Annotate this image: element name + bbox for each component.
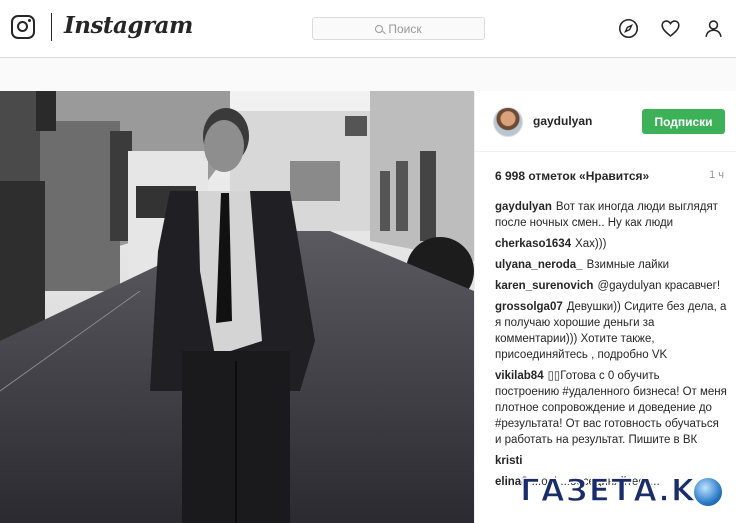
following-button[interactable]: Подписки (642, 109, 725, 134)
comment-text: Взимные лайки (586, 259, 670, 271)
post-photo[interactable] (0, 91, 474, 523)
author-username[interactable]: gaydulyan (533, 114, 592, 128)
instagram-wordmark[interactable]: Instagram (64, 12, 193, 39)
list-item: gaydulyan Вот так иногда люди выглядят по… (495, 199, 727, 231)
post-header: gaydulyan Подписки (475, 91, 736, 152)
top-navigation-bar: Instagram Поиск (0, 0, 736, 58)
post-time[interactable]: 1 ч (709, 169, 724, 181)
comment-username[interactable]: vikilab84 (495, 370, 544, 382)
instagram-logo-icon[interactable] (11, 15, 35, 39)
search-input[interactable]: Поиск (312, 17, 485, 40)
comment-username[interactable]: karen_surenovich (495, 280, 593, 292)
comment-username[interactable]: cherkaso1634 (495, 238, 571, 250)
likes-count[interactable]: 6 998 отметок «Нравится» (495, 169, 725, 183)
comments-list: gaydulyan Вот так иногда люди выглядят по… (495, 199, 727, 495)
post-sidebar: gaydulyan Подписки 6 998 отметок «Нравит… (474, 91, 736, 523)
list-item: kristi (495, 453, 727, 469)
list-item: cherkaso1634 Хах))) (495, 236, 727, 252)
comment-text: Хах))) (575, 238, 607, 250)
comment-text: @gaydulyan красавчег! (597, 280, 721, 292)
list-item: elina8 ...оо! ...оесединяйтесь... (495, 474, 727, 490)
comment-text: ...оо! ...оесединяйтесь... (531, 476, 660, 488)
heart-icon[interactable] (660, 18, 681, 39)
post-image (0, 91, 474, 523)
list-item: karen_surenovich @gaydulyan красавчег! (495, 278, 727, 294)
comment-username[interactable]: elina8 (495, 476, 528, 488)
list-item: ulyana_neroda_ Взимные лайки (495, 257, 727, 273)
list-item: grossolga07 Девушки)) Сидите без дела, а … (495, 299, 727, 363)
search-icon (375, 24, 384, 33)
comment-username[interactable]: ulyana_neroda_ (495, 259, 583, 271)
list-item: vikilab84 ▯▯Готова с 0 обучить построению… (495, 368, 727, 448)
compass-icon[interactable] (618, 18, 639, 39)
avatar[interactable] (493, 107, 523, 137)
search-placeholder: Поиск (388, 21, 422, 36)
logo-divider (51, 13, 52, 41)
profile-icon[interactable] (703, 18, 724, 39)
comment-username[interactable]: gaydulyan (495, 201, 552, 213)
comment-username[interactable]: kristi (495, 455, 523, 467)
comment-username[interactable]: grossolga07 (495, 301, 563, 313)
